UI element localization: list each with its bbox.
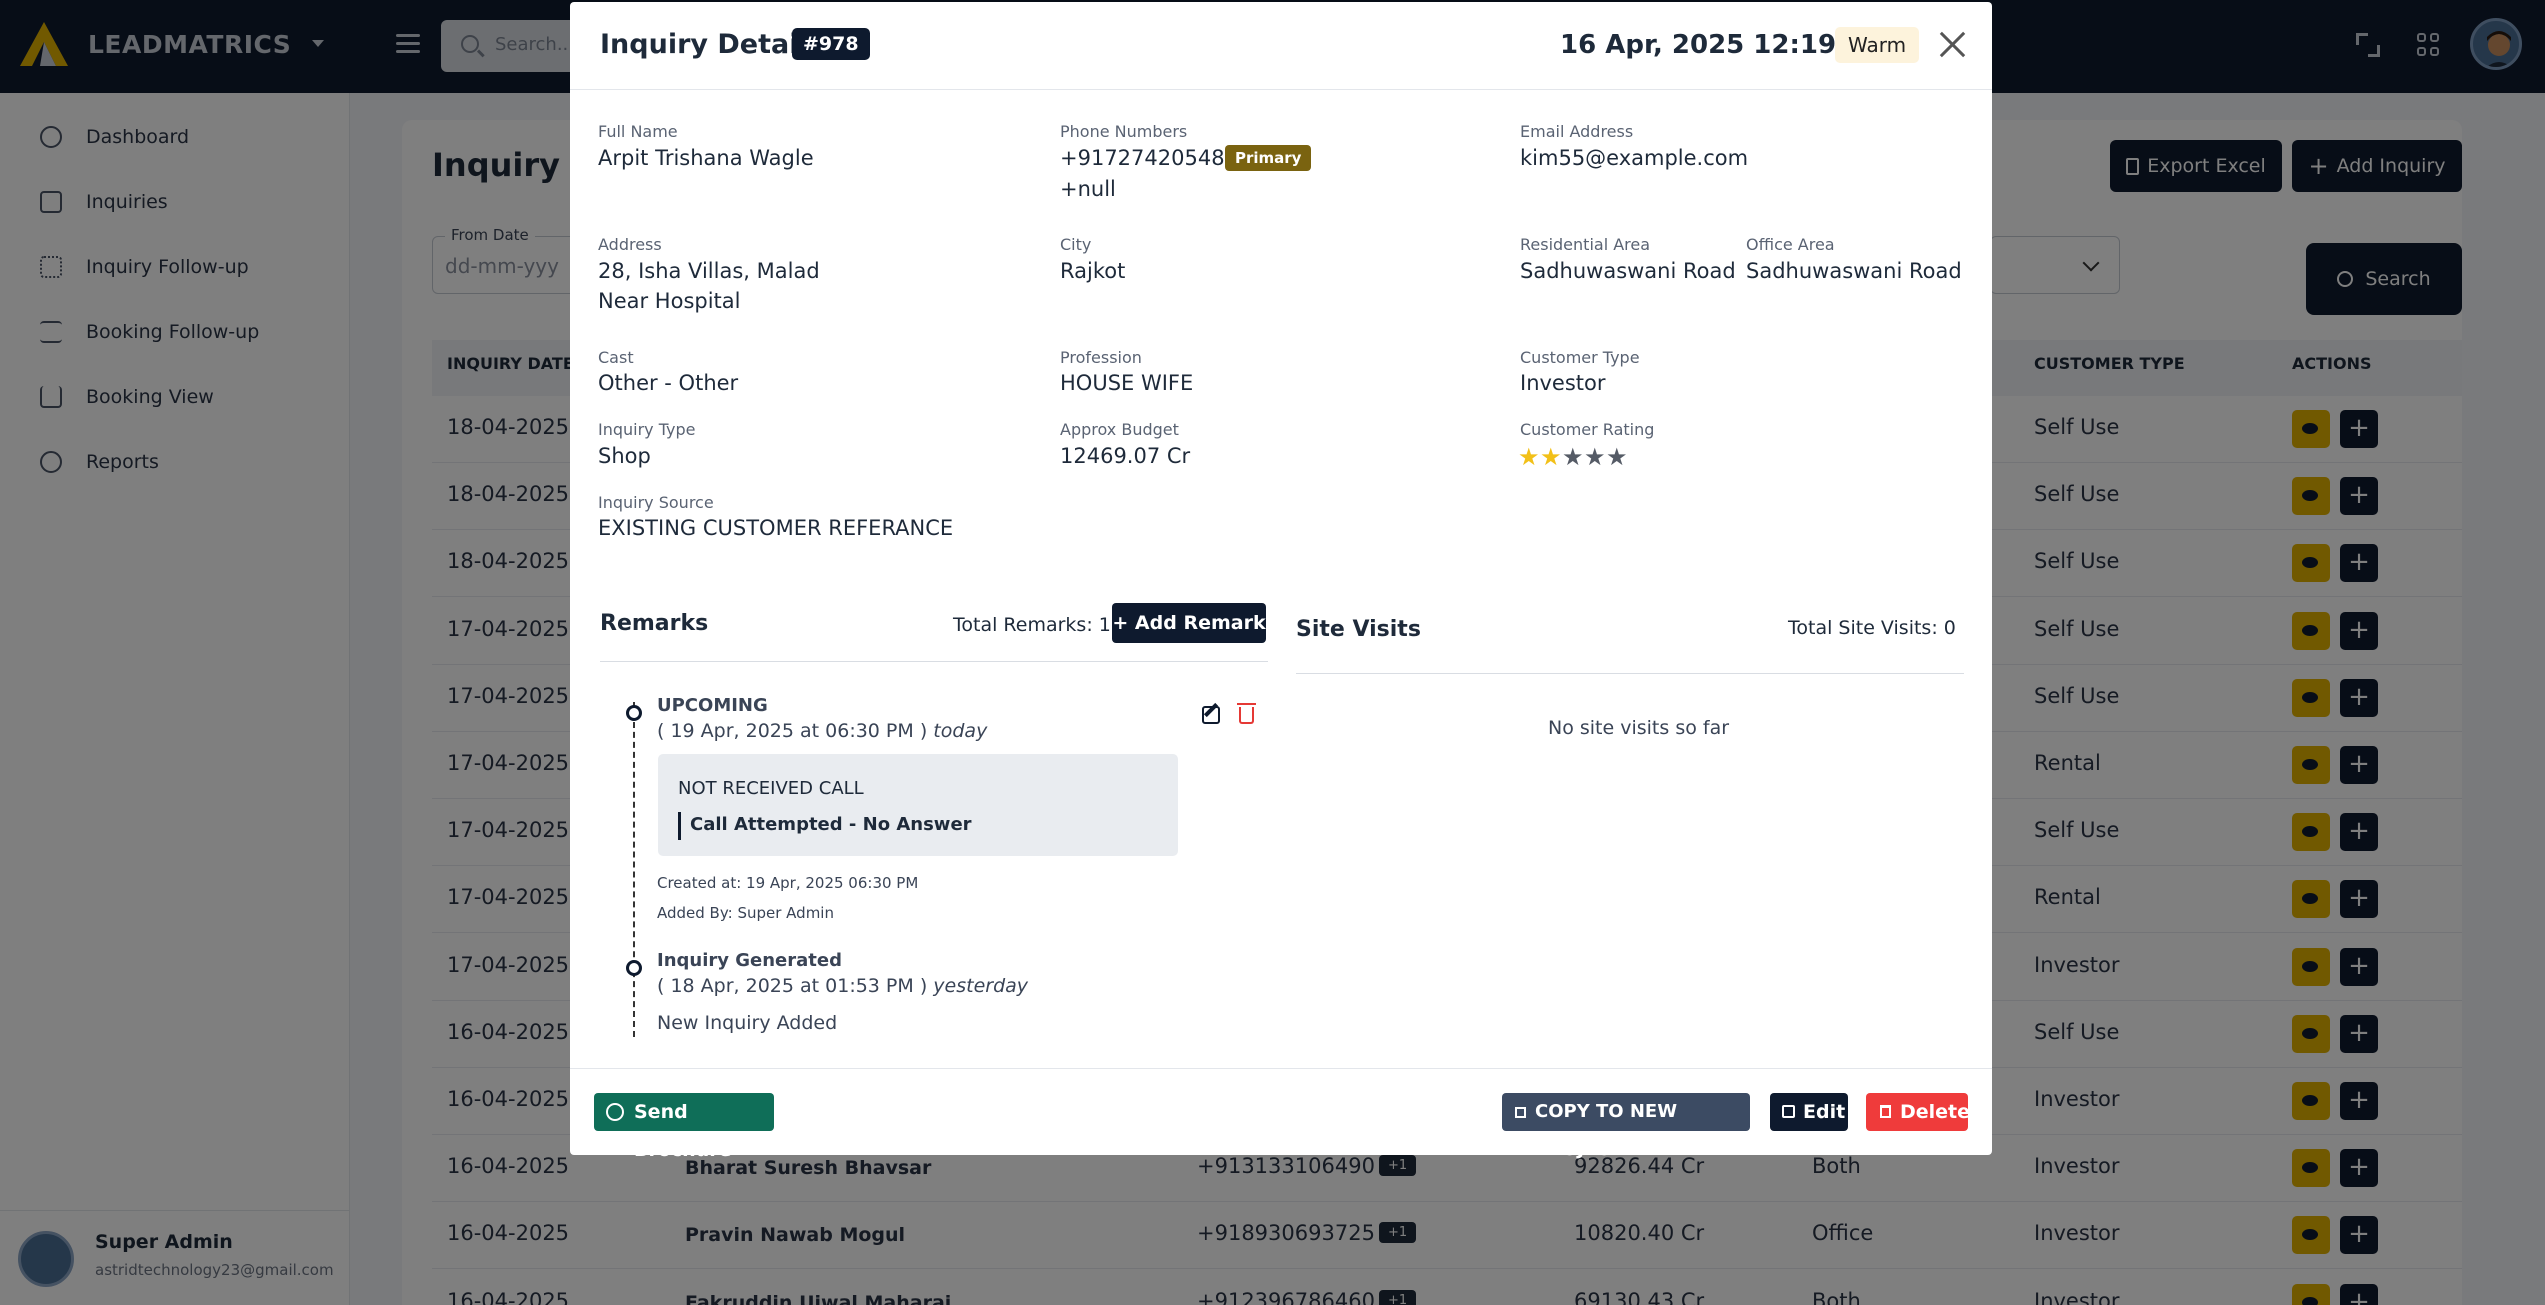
remark-created-at: Created at: 19 Apr, 2025 06:30 PM [657,874,919,892]
star-empty-icon: ★ [1584,443,1606,471]
site-visits-total: Total Site Visits: 0 [1788,617,1956,639]
modal-title: Inquiry Details [600,29,824,60]
edit-button[interactable]: Edit [1770,1093,1848,1131]
delete-button[interactable]: Delete [1866,1093,1970,1131]
remark-status: UPCOMING [657,695,768,716]
cast-value: Other - Other [598,371,739,395]
star-empty-icon: ★ [1606,443,1628,471]
remark-accent-bar [678,812,681,840]
inquiry-type-value: Shop [598,444,651,468]
status-badge: Warm [1835,27,1920,63]
inquiry-source-value: EXISTING CUSTOMER REFERANCE [598,516,954,540]
star-filled-icon: ★ [1518,443,1540,471]
cast-label: Cast [598,348,634,367]
site-visits-title: Site Visits [1296,617,1421,642]
approx-budget-label: Approx Budget [1060,420,1179,439]
remark-status: Inquiry Generated [657,950,842,971]
modal-footer: Send Brochure COPY TO NEW PROJECT Edit D… [570,1068,1992,1161]
star-empty-icon: ★ [1562,443,1584,471]
address-label: Address [598,235,662,254]
edit-icon[interactable] [1202,706,1220,724]
star-filled-icon: ★ [1540,443,1562,471]
close-icon[interactable] [1938,30,1966,58]
remark-relative: yesterday [933,975,1029,997]
remark-added-by: Added By: Super Admin [657,904,834,922]
city-value: Rajkot [1060,259,1126,283]
customer-rating-label: Customer Rating [1520,420,1655,439]
inquiry-type-label: Inquiry Type [598,420,696,439]
timeline-line [633,702,635,1037]
customer-type-value: Investor [1520,371,1606,395]
address-line2: Near Hospital [598,289,741,313]
residential-area-label: Residential Area [1520,235,1651,254]
office-area-value: Sadhuwaswani Road [1746,259,1962,283]
profession-value: HOUSE WIFE [1060,371,1194,395]
divider [1296,673,1964,674]
profession-label: Profession [1060,348,1142,367]
inquiry-details-modal: Inquiry Details #978 16 Apr, 2025 12:19 … [570,2,1992,1161]
full-name-label: Full Name [598,122,678,141]
office-area-label: Office Area [1746,235,1835,254]
primary-badge: Primary [1225,145,1312,171]
whatsapp-icon [606,1103,624,1121]
customer-type-label: Customer Type [1520,348,1640,367]
remark-relative: today [933,720,988,742]
timeline-dot [626,705,642,721]
site-visits-empty: No site visits so far [1548,717,1730,739]
email-label: Email Address [1520,122,1634,141]
full-name-value: Arpit Trishana Wagle [598,146,814,170]
city-label: City [1060,235,1092,254]
remarks-title: Remarks [600,611,709,636]
send-brochure-button[interactable]: Send Brochure [594,1093,774,1161]
add-remark-button[interactable]: + Add Remark [1112,603,1266,643]
email-value: kim55@example.com [1520,146,1749,170]
secondary-phone-value: +null [1060,177,1116,201]
remarks-total: Total Remarks: 1 [953,614,1111,636]
timeline-dot [626,960,642,976]
trash-icon[interactable] [1237,703,1256,724]
divider [600,661,1268,662]
phone-numbers-label: Phone Numbers [1060,122,1188,141]
approx-budget-value: 12469.07 Cr [1060,444,1191,468]
inquiry-id-badge: #978 [792,28,870,60]
trash-icon [1880,1105,1891,1118]
residential-area-value: Sadhuwaswani Road [1520,259,1736,283]
address-line1: 28, Isha Villas, Malad [598,259,820,283]
modal-header: Inquiry Details #978 16 Apr, 2025 12:19 … [570,2,1992,90]
copy-to-new-project-button[interactable]: COPY TO NEW PROJECT [1502,1093,1750,1160]
remark-date: ( 18 Apr, 2025 at 01:53 PM ) yesterday [657,975,1029,997]
remark-title: NOT RECEIVED CALL [678,778,864,799]
inquiry-source-label: Inquiry Source [598,493,714,512]
remark-date: ( 19 Apr, 2025 at 06:30 PM ) today [657,720,988,742]
remark-card: NOT RECEIVED CALL Call Attempted - No An… [658,754,1178,856]
copy-icon [1515,1107,1526,1118]
edit-icon [1782,1105,1795,1118]
remark-note: New Inquiry Added [657,1012,838,1034]
primary-phone-value: +917274205482 [1060,146,1238,170]
remark-text: Call Attempted - No Answer [690,814,972,835]
